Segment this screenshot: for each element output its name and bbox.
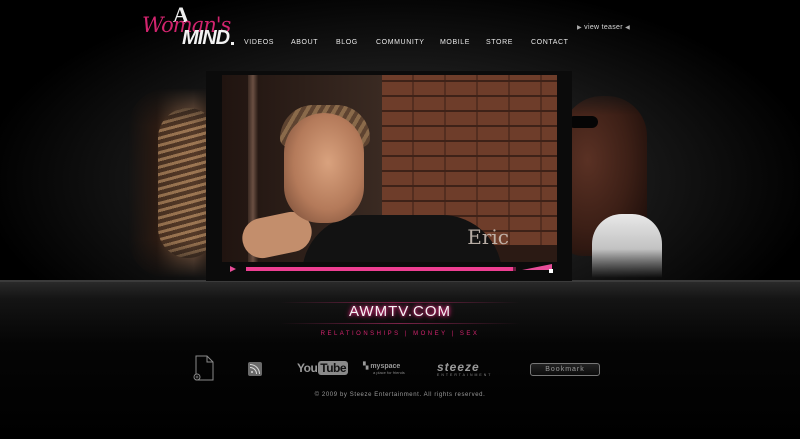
view-teaser-label: view teaser (584, 24, 623, 31)
video-player: Eric (206, 71, 572, 281)
video-frame[interactable]: Eric (222, 75, 557, 262)
nav-about[interactable]: ABOUT (291, 39, 318, 46)
video-caption: Eric (467, 225, 509, 249)
right-character-image (572, 86, 662, 278)
youtube-you: You (297, 361, 318, 375)
play-arrow-icon: ▶ (577, 25, 582, 31)
face-shape (284, 113, 364, 223)
nav-store[interactable]: STORE (486, 39, 513, 46)
steeze-label: steeze (437, 360, 480, 374)
document-icon[interactable] (193, 355, 215, 381)
tagline: RELATIONSHIPS | MONEY | SEX (320, 331, 480, 337)
nav-contact[interactable]: CONTACT (531, 39, 569, 46)
copyright: © 2009 by Steeze Entertainment. All righ… (314, 392, 486, 398)
divider (280, 323, 520, 324)
main-nav: VIDEOS ABOUT BLOG COMMUNITY MOBILE STORE… (0, 39, 800, 49)
hair-shape (158, 108, 210, 258)
steeze-sub: ENTERTAINMENT (437, 373, 493, 377)
left-character-image (128, 88, 210, 278)
view-teaser-link[interactable]: ▶ view teaser ◀ (577, 24, 630, 31)
volume-icon (522, 264, 552, 270)
myspace-tagline: a place for friends (373, 370, 405, 375)
rss-icon[interactable] (248, 362, 262, 376)
sunglasses-shape (572, 116, 598, 128)
progress-bar[interactable] (246, 267, 516, 271)
steeze-link[interactable]: steeze ENTERTAINMENT (437, 360, 492, 377)
player-controls (222, 264, 557, 274)
site-name: AWMTV.COM (348, 303, 452, 320)
nav-videos[interactable]: VIDEOS (244, 39, 274, 46)
volume-knob[interactable] (549, 269, 553, 273)
progress-fill (246, 267, 514, 271)
myspace-link[interactable]: ▚ myspace a place for friends (363, 362, 405, 375)
nav-mobile[interactable]: MOBILE (440, 39, 470, 46)
nav-blog[interactable]: BLOG (336, 39, 358, 46)
back-arrow-icon: ◀ (625, 25, 631, 31)
myspace-label: myspace (370, 363, 401, 370)
youtube-link[interactable]: You Tube (297, 361, 349, 375)
volume-slider[interactable] (522, 264, 553, 273)
rss-dot (251, 371, 253, 373)
bookmark-button[interactable]: Bookmark (530, 363, 600, 376)
youtube-tube: Tube (318, 361, 349, 375)
nav-community[interactable]: COMMUNITY (376, 39, 425, 46)
shirt-shape (592, 214, 662, 278)
play-icon[interactable] (230, 266, 236, 272)
